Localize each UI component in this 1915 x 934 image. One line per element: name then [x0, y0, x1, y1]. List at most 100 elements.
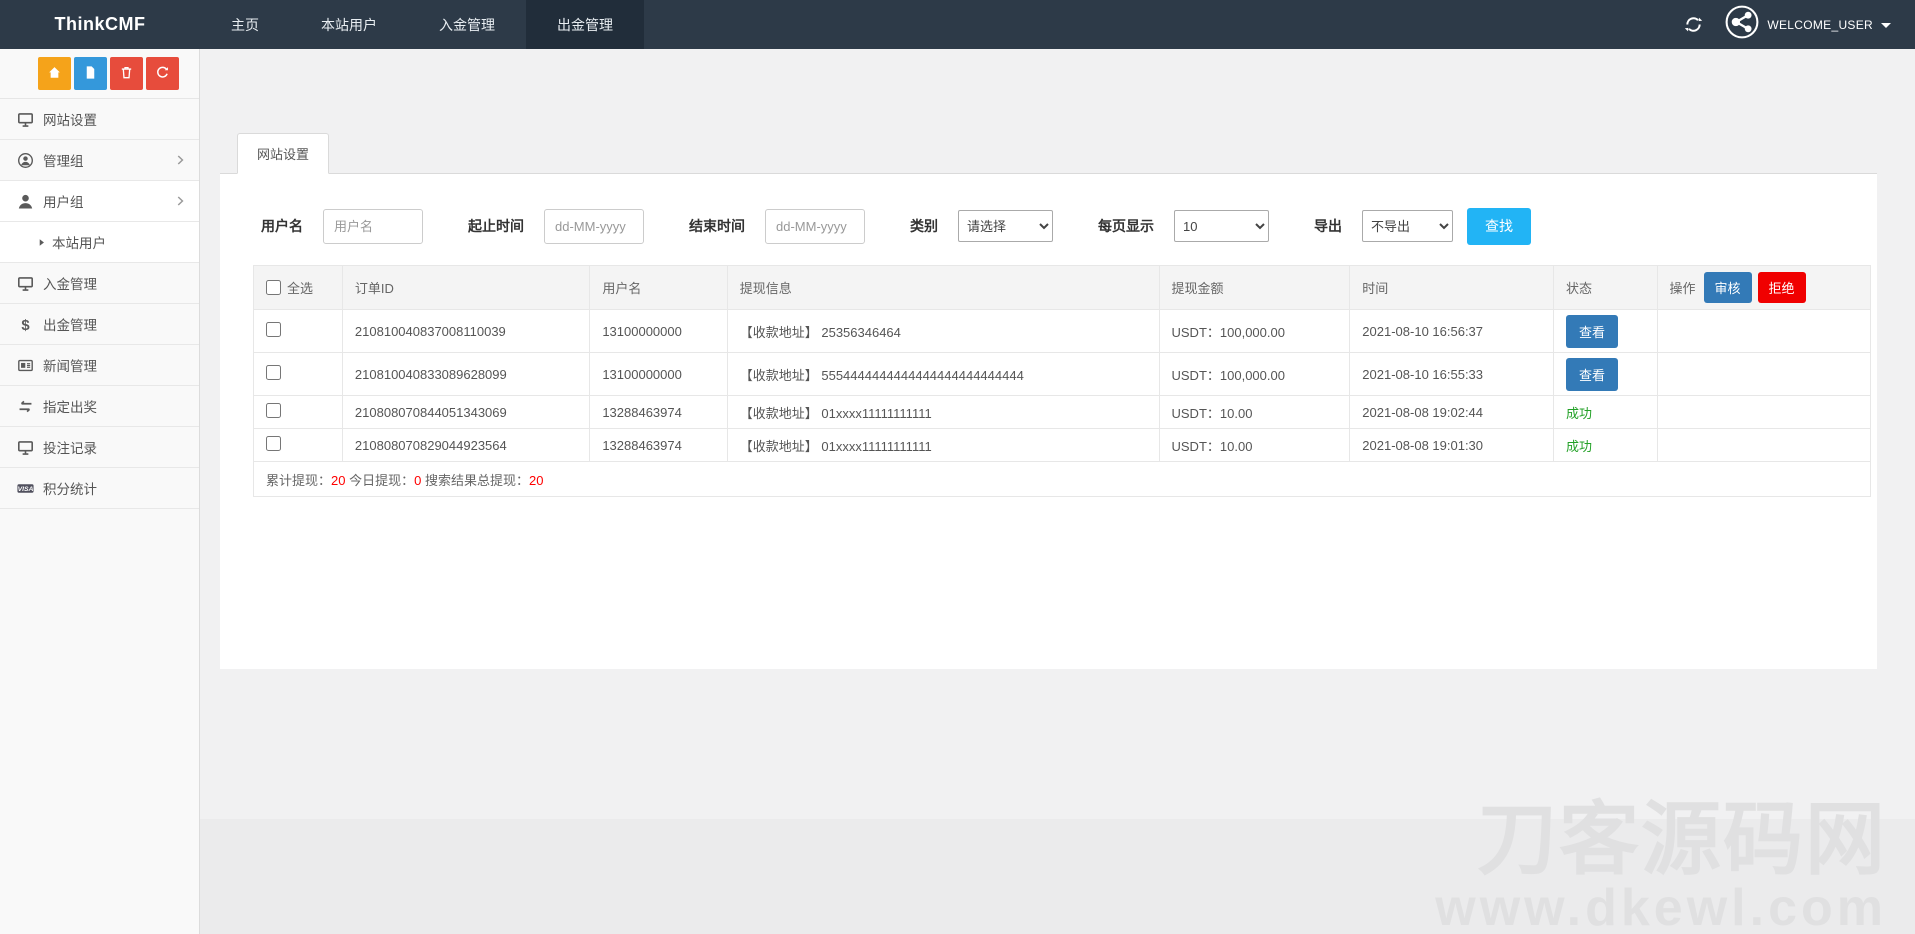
cell-status: 成功	[1554, 429, 1657, 462]
top-navbar: ThinkCMF 主页本站用户入金管理出金管理 WELCOME_USER	[0, 0, 1915, 49]
search-button[interactable]: 查找	[1467, 208, 1531, 245]
cell-username: 13100000000	[590, 310, 727, 353]
header-time: 时间	[1350, 266, 1554, 310]
row-checkbox[interactable]	[266, 403, 281, 418]
cell-order-id: 210808070829044923564	[342, 429, 589, 462]
sidebar-item-news[interactable]: 新闻管理	[0, 345, 199, 386]
header-info: 提现信息	[727, 266, 1159, 310]
category-select[interactable]: 请选择	[958, 210, 1053, 242]
sidebar-item-user-group[interactable]: 用户组	[0, 181, 199, 222]
header-status: 状态	[1554, 266, 1657, 310]
header-action: 操作审核拒绝	[1657, 266, 1870, 310]
file-icon	[83, 65, 98, 83]
cell-order-id: 210810040837008110039	[342, 310, 589, 353]
username-input[interactable]	[323, 209, 423, 244]
trash-toolbar-button[interactable]	[110, 57, 143, 90]
export-select[interactable]: 不导出	[1362, 210, 1453, 242]
tabs-row: 网站设置	[220, 133, 1877, 174]
cell-status: 查看	[1554, 353, 1657, 396]
table-row: 21080807082904492356413288463974【收款地址】 0…	[254, 429, 1871, 462]
status-success-text: 成功	[1566, 406, 1592, 421]
table-row: 21080807084405134306913288463974【收款地址】 0…	[254, 396, 1871, 429]
row-checkbox[interactable]	[266, 322, 281, 337]
user-name: WELCOME_USER	[1767, 18, 1873, 32]
cell-order-id: 210810040833089628099	[342, 353, 589, 396]
user-dropdown[interactable]: WELCOME_USER	[1725, 5, 1891, 44]
row-checkbox[interactable]	[266, 436, 281, 451]
recycle-toolbar-button[interactable]	[146, 57, 179, 90]
chevron-right-icon	[173, 194, 187, 208]
table-row: 21081004083700811003913100000000【收款地址】 2…	[254, 310, 1871, 353]
monitor-icon	[17, 111, 43, 128]
start-date-input[interactable]	[544, 209, 644, 244]
cell-action	[1657, 396, 1870, 429]
nav-item-deposit-manage[interactable]: 入金管理	[408, 0, 526, 49]
sidebar-item-site-users[interactable]: 本站用户	[0, 222, 199, 263]
watermark-url: www.dkewl.com	[1435, 882, 1887, 934]
view-button[interactable]: 查看	[1566, 358, 1618, 391]
nav-item-site-users[interactable]: 本站用户	[290, 0, 408, 49]
pagesize-select[interactable]: 10	[1174, 210, 1269, 242]
cell-select	[254, 429, 343, 462]
nav-item-withdraw-manage[interactable]: 出金管理	[526, 0, 644, 49]
sidebar-item-label: 本站用户	[52, 232, 187, 252]
category-label: 类别	[910, 216, 938, 236]
news-icon	[17, 357, 43, 374]
refresh-icon[interactable]	[1684, 15, 1703, 34]
content-card: 用户名 起止时间 结束时间 类别 请选择 每页显示 10	[220, 174, 1877, 669]
reject-button[interactable]: 拒绝	[1758, 272, 1806, 303]
sidebar-item-admin-group[interactable]: 管理组	[0, 140, 199, 181]
sidebar-item-site-settings[interactable]: 网站设置	[0, 99, 199, 140]
chevron-right-icon	[173, 153, 187, 167]
avatar	[1725, 5, 1759, 44]
cell-username: 13100000000	[590, 353, 727, 396]
svg-text:$: $	[21, 317, 30, 332]
status-success-text: 成功	[1566, 439, 1592, 454]
cell-select	[254, 310, 343, 353]
sidebar-item-points-stats[interactable]: VISA积分统计	[0, 468, 199, 509]
end-date-input[interactable]	[765, 209, 865, 244]
cell-order-id: 210808070844051343069	[342, 396, 589, 429]
header-order-id: 订单ID	[342, 266, 589, 310]
sidebar-item-deposit[interactable]: 入金管理	[0, 263, 199, 304]
sidebar-item-assign-prize[interactable]: 指定出奖	[0, 386, 199, 427]
cell-info: 【收款地址】 01xxxx11111111111	[727, 396, 1159, 429]
monitor-icon	[17, 275, 43, 292]
cell-action	[1657, 429, 1870, 462]
audit-button[interactable]: 审核	[1704, 272, 1752, 303]
cell-select	[254, 353, 343, 396]
exchange-icon	[17, 398, 43, 415]
tab-site-settings[interactable]: 网站设置	[237, 133, 329, 174]
brand-logo[interactable]: ThinkCMF	[0, 0, 200, 49]
row-checkbox[interactable]	[266, 365, 281, 380]
sidebar-item-label: 指定出奖	[43, 396, 187, 416]
export-label: 导出	[1314, 216, 1342, 236]
trash-icon	[119, 65, 134, 83]
sidebar-item-withdraw[interactable]: $出金管理	[0, 304, 199, 345]
cell-username: 13288463974	[590, 429, 727, 462]
start-time-label: 起止时间	[468, 216, 524, 236]
username-label: 用户名	[261, 216, 303, 236]
cell-username: 13288463974	[590, 396, 727, 429]
sidebar-item-label: 新闻管理	[43, 355, 187, 375]
cell-time: 2021-08-10 16:56:37	[1350, 310, 1554, 353]
cell-select	[254, 396, 343, 429]
sidebar-toolbar	[0, 49, 199, 99]
select-all-checkbox[interactable]	[266, 280, 281, 295]
caret-down-icon	[1881, 23, 1891, 28]
cell-time: 2021-08-10 16:55:33	[1350, 353, 1554, 396]
view-button[interactable]: 查看	[1566, 315, 1618, 348]
sidebar-menu: 网站设置管理组用户组本站用户入金管理$出金管理新闻管理指定出奖投注记录VISA积…	[0, 99, 199, 509]
monitor-icon	[17, 439, 43, 456]
cell-action	[1657, 353, 1870, 396]
cell-amount: USDT：10.00	[1159, 396, 1350, 429]
cell-amount: USDT：100,000.00	[1159, 310, 1350, 353]
home-toolbar-button[interactable]	[38, 57, 71, 90]
header-username: 用户名	[590, 266, 727, 310]
summary-row: 累计提现：20 今日提现：0 搜索结果总提现：20	[254, 462, 1871, 497]
cell-amount: USDT：100,000.00	[1159, 353, 1350, 396]
summary-cell: 累计提现：20 今日提现：0 搜索结果总提现：20	[254, 462, 1871, 497]
file-toolbar-button[interactable]	[74, 57, 107, 90]
sidebar-item-bet-records[interactable]: 投注记录	[0, 427, 199, 468]
nav-item-home[interactable]: 主页	[200, 0, 290, 49]
